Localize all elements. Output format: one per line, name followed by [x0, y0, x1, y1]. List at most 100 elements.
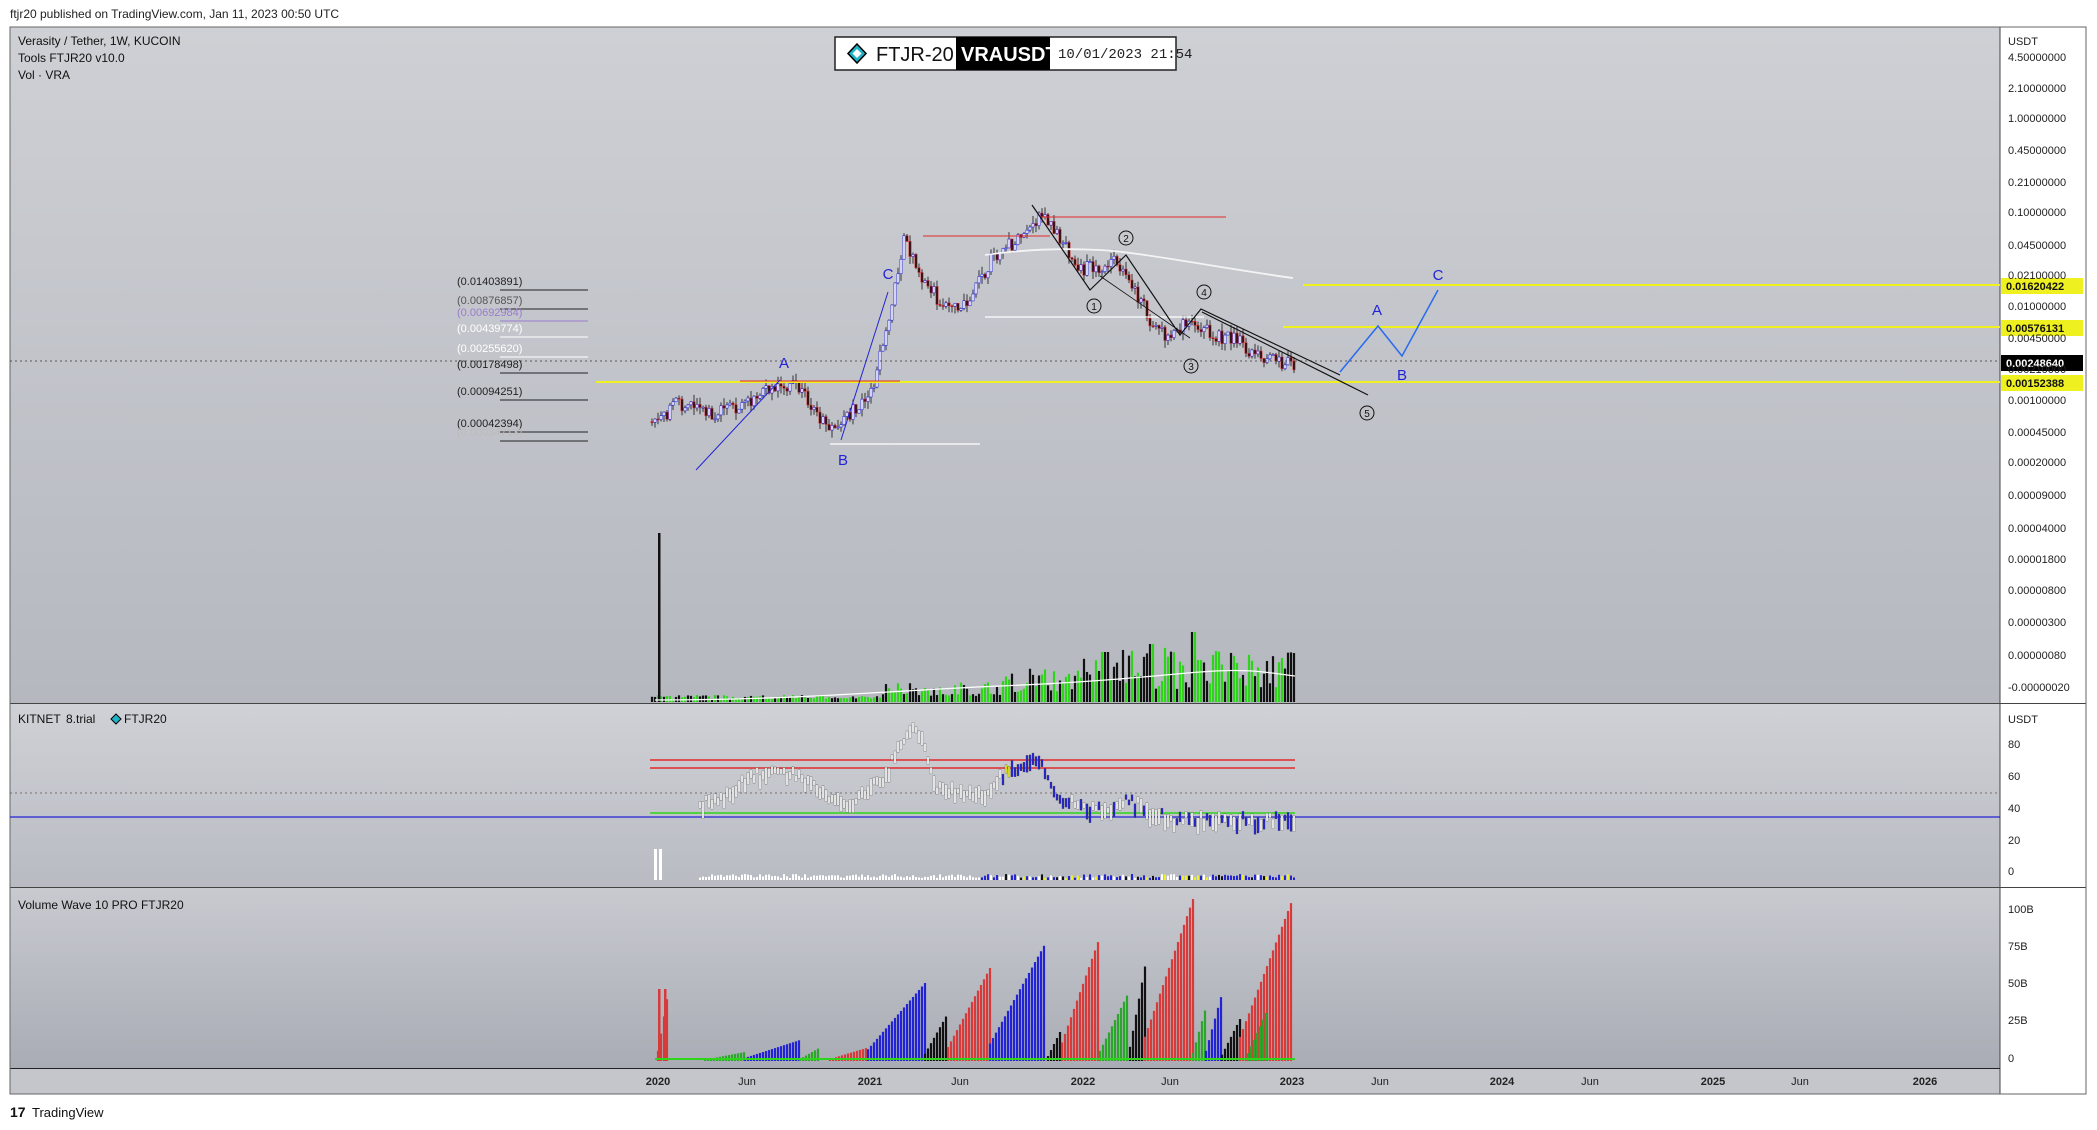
volume-bar: [1184, 682, 1188, 702]
kitnet-bar: [794, 775, 798, 782]
volume-wave-bar: [958, 1024, 962, 1061]
candle-body: [878, 350, 882, 371]
candle-body: [1145, 300, 1149, 319]
candle-body: [971, 293, 975, 302]
volume-wave-bar: [1149, 1019, 1153, 1061]
volume-bar: [1037, 675, 1041, 702]
candle-body: [1052, 221, 1056, 234]
volume-bar: [830, 698, 834, 702]
candle-body: [1097, 265, 1101, 274]
kitnet-bar: [1172, 818, 1176, 833]
candle-body: [671, 401, 675, 406]
kitnet-bar: [884, 766, 888, 783]
candle-body: [896, 273, 900, 284]
kitnet-bar: [1178, 811, 1182, 823]
volume-wave-bar: [1235, 1024, 1239, 1061]
kitnet-bar: [722, 793, 726, 809]
kitnet-hist-bar: [918, 877, 920, 880]
volume-bar: [881, 694, 885, 702]
kitnet-bar: [914, 726, 918, 734]
header-badge[interactable]: FTJR-20 VRAUSDT 10/01/2023 21:54: [834, 36, 1192, 71]
volume-bar: [1187, 687, 1191, 702]
kitnet-hist-bar: [1026, 876, 1028, 880]
kitnet-bar: [1250, 813, 1254, 826]
kitnet-hist-bar: [777, 876, 779, 880]
kitnet-bar: [953, 788, 957, 804]
volume-bar: [650, 696, 654, 702]
chart-canvas[interactable]: (0.01403891) (0.00876857)(0.00692984) (0.0…: [0, 0, 2097, 1130]
candle-body: [719, 405, 723, 416]
kitnet-hist-bar: [888, 876, 890, 880]
candle-body: [1241, 335, 1245, 344]
volume-bar: [968, 695, 972, 702]
kitnet-hist-bar: [873, 876, 875, 880]
kitnet-hist-bar: [996, 875, 998, 880]
kitnet-hist-bar: [1146, 877, 1148, 880]
volume-bar: [1274, 687, 1278, 702]
legend-tools: Tools FTJR20 v10.0: [18, 51, 125, 65]
kitnet-bar: [959, 783, 963, 799]
kitnet-hist-bar: [1161, 874, 1163, 880]
kitnet-bar: [1133, 803, 1137, 818]
volume-wave-bar: [875, 1038, 879, 1061]
kitnet-hist-bar: [894, 874, 896, 880]
kitnet-hist-bar: [1062, 876, 1064, 880]
volume-bar: [869, 698, 873, 702]
kitnet-bar: [869, 778, 873, 797]
volume-wave-bar: [1000, 1021, 1004, 1061]
kitnet-hist-bar: [1074, 877, 1076, 880]
candle-body: [1031, 223, 1035, 228]
candle-body: [800, 388, 804, 393]
wave-label-future: A: [1372, 302, 1382, 319]
candle-body: [917, 267, 921, 273]
kitnet-hist-bar: [807, 877, 809, 880]
footer-brand[interactable]: 17 TradingView: [10, 1104, 104, 1120]
kitnet-hist-bar: [924, 876, 926, 880]
volume-wave-bar: [1185, 916, 1189, 1061]
kitnet-hist-bar: [1221, 876, 1223, 880]
kitnet-hist-bar: [1128, 876, 1130, 880]
volume-bar: [1070, 689, 1074, 702]
wave-label-past: A: [779, 355, 789, 372]
kitnet-hist-bar: [1266, 876, 1268, 880]
kitnet-bar: [725, 786, 729, 799]
candle-body: [881, 345, 885, 352]
candle-body: [1091, 261, 1095, 273]
kitnet-legend[interactable]: KITNET 8.trial FTJR20: [18, 712, 167, 726]
candle-body: [1028, 226, 1032, 231]
volume-bar: [986, 682, 990, 702]
volume-wave-bar: [970, 1001, 974, 1061]
kitnet-hist-bar: [1122, 874, 1124, 880]
volume-bar: [1244, 685, 1248, 702]
kitnet-bar: [857, 790, 861, 800]
volume-bar: [995, 687, 999, 702]
candle-body: [1004, 247, 1008, 250]
candle-body: [926, 280, 930, 287]
candle-body: [1121, 268, 1125, 272]
kitnet-bar: [1244, 816, 1248, 826]
kitnet-hist-bar: [849, 875, 851, 880]
volume-bar: [806, 697, 810, 702]
volume-bar: [1091, 680, 1095, 702]
volume-bar: [1043, 669, 1047, 702]
kitnet-hist-bar: [702, 876, 704, 880]
kitnet-hist-bar: [1215, 876, 1217, 880]
kitnet-bar: [911, 722, 915, 733]
candle-body: [1205, 324, 1209, 328]
volume-wave-bar: [1220, 1054, 1224, 1061]
volume-wave-bar: [1289, 903, 1293, 1061]
kitnet-bar: [1037, 755, 1041, 770]
volume-bar: [905, 693, 909, 702]
candle-body: [932, 286, 936, 294]
volume-bar: [935, 695, 939, 702]
kitnet-hist-bar: [1077, 875, 1079, 880]
volume-bar: [863, 696, 867, 702]
volume-wave-bar: [1104, 1038, 1108, 1061]
volume-wave-bar: [1072, 1008, 1076, 1061]
candle-body: [797, 382, 801, 393]
kitnet-hist-bar: [801, 877, 803, 880]
volume-bar: [1268, 683, 1272, 702]
kitnet-bar: [1073, 801, 1077, 809]
candle-body: [1208, 324, 1212, 338]
candle-body: [776, 383, 780, 392]
